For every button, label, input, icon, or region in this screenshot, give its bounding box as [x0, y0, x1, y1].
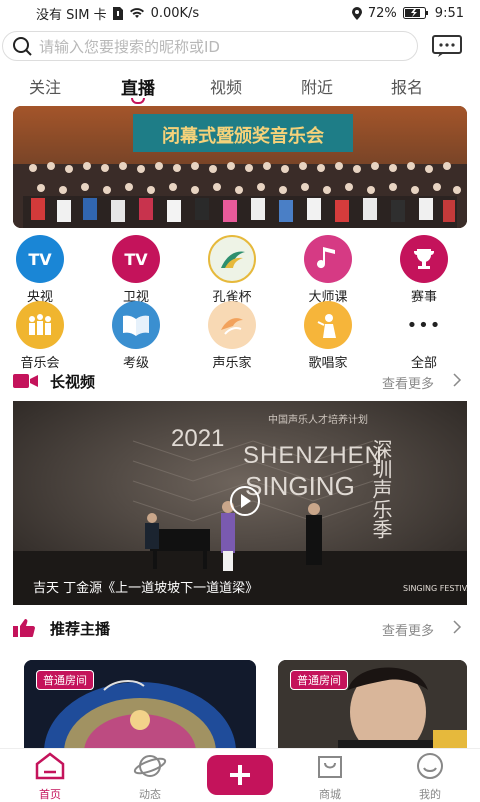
sim-icon [112, 6, 123, 20]
bottom-nav: 首页 动态 商城 我的 [0, 748, 480, 802]
home-icon [35, 752, 65, 780]
poster-year: 2021 [171, 425, 224, 452]
create-plus-button[interactable] [207, 755, 273, 795]
see-more-link[interactable]: 查看更多 [382, 373, 434, 392]
tab-live[interactable]: 直播 [108, 74, 168, 99]
long-video-thumbnail[interactable]: 2021 SHENZHEN SINGING 中国声乐人才培养计划 深圳声乐季 S… [13, 401, 467, 605]
poster-line2: SINGING [245, 471, 355, 501]
poster-top-text: 中国声乐人才培养计划 [268, 413, 368, 426]
profile-face-icon [417, 753, 443, 779]
category-peacock-cup[interactable]: 孔雀杯 [192, 235, 272, 305]
video-poster: 2021 SHENZHEN SINGING 中国声乐人才培养计划 深圳声乐季 S… [13, 401, 467, 605]
long-video-header: 长视频 查看更多 [0, 369, 480, 393]
tab-follow[interactable]: 关注 [15, 74, 75, 98]
active-tab-indicator [131, 98, 145, 104]
thumbs-up-icon [13, 619, 35, 637]
music-note-icon [304, 235, 352, 283]
tv-icon: TV [112, 235, 160, 283]
search-placeholder: 请输入您要搜索的昵称或ID [39, 37, 220, 56]
nav-profile[interactable]: 我的 [400, 749, 460, 802]
concert-icon [16, 301, 64, 349]
section-title: 长视频 [50, 373, 96, 391]
category-contest[interactable]: 赛事 [384, 235, 464, 305]
shop-bag-icon [318, 756, 342, 778]
category-satellite[interactable]: TV 卫视 [96, 235, 176, 305]
banner-image: 闭幕式暨颁奖音乐会 [13, 106, 467, 228]
video-camera-icon [13, 374, 38, 388]
message-icon[interactable] [432, 35, 462, 57]
top-tabs: 关注 直播 视频 附近 报名 [0, 74, 480, 104]
book-icon [112, 301, 160, 349]
category-concert[interactable]: 音乐会 [0, 301, 80, 371]
section-title: 推荐主播 [50, 620, 111, 638]
category-exam[interactable]: 考级 [96, 301, 176, 371]
chevron-right-icon[interactable] [452, 620, 462, 634]
video-caption: 吉天 丁金源《上一道坡坡下一道道梁》 [33, 581, 259, 596]
poster-line1: SHENZHEN [243, 442, 383, 469]
category-singer[interactable]: 歌唱家 [288, 301, 368, 371]
carrier-text: 没有 SIM 卡 [36, 7, 107, 23]
anchor-card[interactable]: 普通房间 [24, 660, 256, 752]
tab-signup[interactable]: 报名 [377, 74, 437, 98]
network-speed: 0.00K/s [150, 5, 200, 21]
nav-shop[interactable]: 商城 [300, 749, 360, 802]
status-bar: 没有 SIM 卡 0.00K/s 72% 9:51 [0, 0, 480, 26]
room-type-badge: 普通房间 [36, 670, 94, 690]
room-type-badge: 普通房间 [290, 670, 348, 690]
battery-percent: 72% [367, 5, 397, 21]
clock: 9:51 [434, 5, 464, 21]
peacock-icon [208, 235, 256, 283]
nav-feed[interactable]: 动态 [120, 749, 180, 802]
banner-carousel[interactable]: 闭幕式暨颁奖音乐会 [13, 106, 467, 228]
search-input[interactable]: 请输入您要搜索的昵称或ID [2, 31, 418, 61]
poster-vertical-text: 深圳声乐季 [369, 439, 393, 539]
battery-icon [402, 7, 428, 19]
recommend-header: 推荐主播 查看更多 [0, 616, 480, 640]
category-vocalist[interactable]: 声乐家 [192, 301, 272, 371]
tv-icon: TV [16, 235, 64, 283]
plus-icon [230, 765, 250, 785]
nav-home[interactable]: 首页 [20, 749, 80, 802]
trophy-icon [400, 235, 448, 283]
see-more-link[interactable]: 查看更多 [382, 620, 434, 639]
search-icon [13, 37, 32, 56]
tab-nearby[interactable]: 附近 [287, 74, 347, 98]
category-masterclass[interactable]: 大师课 [288, 235, 368, 305]
search-row: 请输入您要搜索的昵称或ID [0, 30, 480, 64]
chevron-right-icon[interactable] [452, 373, 462, 387]
banner-caption: 闭幕式暨颁奖音乐会 [162, 125, 324, 147]
tab-video[interactable]: 视频 [196, 74, 256, 98]
category-all[interactable]: ••• 全部 [384, 301, 464, 371]
wifi-icon [129, 8, 144, 18]
location-icon [351, 6, 362, 20]
category-cctv[interactable]: TV 央视 [0, 235, 80, 305]
more-dots-icon: ••• [400, 301, 448, 349]
singer-icon [304, 301, 352, 349]
poster-logo-text: SINGING FESTIVAL [403, 584, 467, 593]
vocalist-icon [208, 301, 256, 349]
planet-icon [133, 755, 167, 777]
anchor-card[interactable]: 普通房间 [278, 660, 467, 752]
